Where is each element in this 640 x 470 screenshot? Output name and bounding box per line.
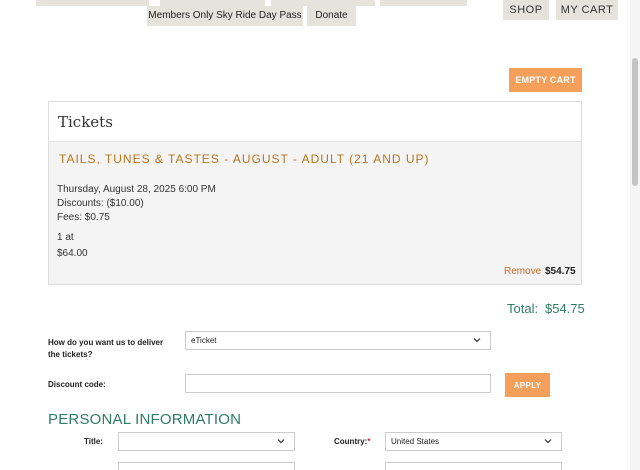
event-title: TAILS, TUNES & TASTES - AUGUST - ADULT (…: [59, 152, 430, 166]
empty-cart-button[interactable]: EMPTY CART: [509, 68, 582, 92]
scrollbar-thumb[interactable]: [632, 58, 638, 186]
total-value: $54.75: [545, 301, 585, 316]
my-cart-button[interactable]: MY CART: [556, 0, 618, 20]
chevron-down-icon: [473, 338, 481, 343]
tickets-panel-header: Tickets: [49, 102, 581, 142]
nav-donate[interactable]: Donate: [307, 6, 356, 26]
required-marker: *: [367, 437, 371, 446]
delivery-label-line-2: the tickets?: [48, 350, 93, 359]
discounts-text: Discounts: ($10.00): [57, 198, 144, 209]
title-label: Title:: [84, 437, 103, 446]
country-label: Country:*: [334, 436, 370, 448]
delivery-select-value: eTicket: [191, 336, 217, 345]
fees-text: Fees: $0.75: [57, 212, 110, 223]
total-label: Total:: [507, 301, 539, 316]
checkout-page: Members Only Sky Ride Day Pass Donate SH…: [0, 0, 640, 470]
delivery-label: How do you want us to deliver the ticket…: [48, 337, 163, 361]
address-input[interactable]: [385, 462, 562, 470]
country-select[interactable]: United States: [385, 432, 562, 451]
nav-item-partial[interactable]: [380, 0, 467, 6]
delivery-label-line-1: How do you want us to deliver: [48, 338, 164, 347]
chevron-down-icon: [544, 439, 552, 444]
tickets-panel: Tickets TAILS, TUNES & TASTES - AUGUST -…: [48, 101, 582, 285]
discount-code-input[interactable]: [185, 374, 491, 393]
quantity-text: 1 at: [57, 232, 74, 243]
nav-item-partial[interactable]: [36, 0, 149, 6]
remove-link[interactable]: Remove: [504, 266, 541, 277]
chevron-down-icon: [277, 439, 285, 444]
first-name-input[interactable]: [118, 462, 295, 470]
country-select-value: United States: [391, 437, 440, 446]
event-date: Thursday, August 28, 2025 6:00 PM: [57, 184, 216, 195]
delivery-select[interactable]: eTicket: [185, 331, 491, 350]
country-label-text: Country:: [334, 437, 368, 446]
discount-label: Discount code:: [48, 380, 106, 389]
personal-information-heading: PERSONAL INFORMATION: [48, 411, 242, 428]
tickets-heading: Tickets: [58, 112, 113, 131]
nav-members-only-sky-ride[interactable]: Members Only Sky Ride Day Pass: [147, 6, 303, 26]
unit-price: $64.00: [57, 248, 88, 259]
title-select[interactable]: [118, 432, 295, 451]
shop-button[interactable]: SHOP: [503, 0, 549, 20]
apply-button[interactable]: APPLY: [505, 373, 550, 397]
ticket-item: TAILS, TUNES & TASTES - AUGUST - ADULT (…: [49, 142, 581, 284]
line-total: $54.75: [545, 266, 576, 277]
